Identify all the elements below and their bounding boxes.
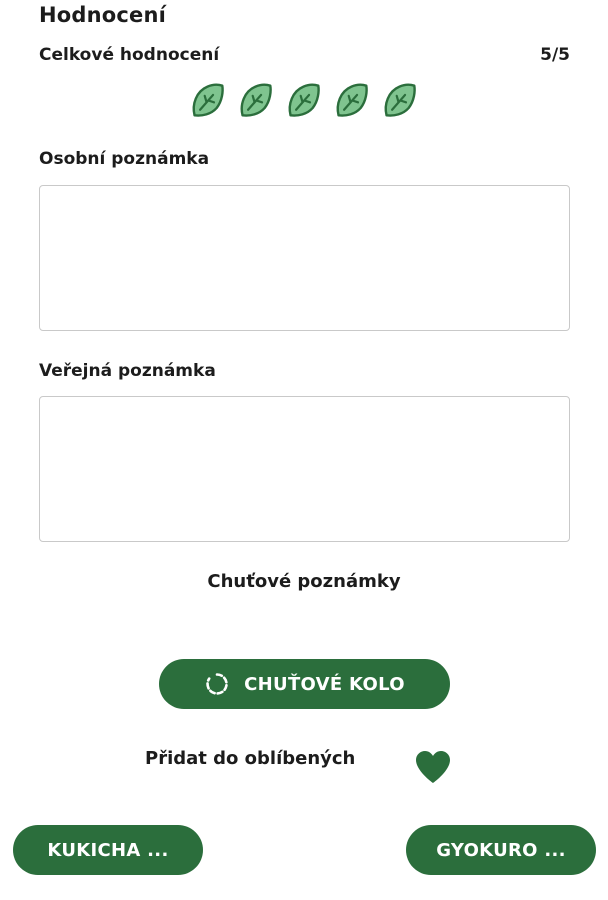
personal-note-field[interactable] <box>39 185 570 331</box>
personal-note-label: Osobní poznámka <box>39 149 210 169</box>
add-to-favorites-row: Přidat do oblíbených <box>145 748 355 769</box>
leaf-icon[interactable] <box>285 82 322 119</box>
overall-rating-value: 5/5 <box>540 45 570 65</box>
heart-icon[interactable] <box>414 749 452 785</box>
next-tea-button[interactable]: GYOKURO ... <box>406 825 596 875</box>
leaf-icon[interactable] <box>237 82 274 119</box>
leaf-icon[interactable] <box>333 82 370 119</box>
flavor-wheel-label: CHUŤOVÉ KOLO <box>244 673 405 695</box>
overall-rating-label: Celkové hodnocení <box>39 45 220 65</box>
flavor-notes-title: Chuťové poznámky <box>207 571 401 592</box>
flavor-wheel-button[interactable]: CHUŤOVÉ KOLO <box>159 659 450 709</box>
page-title: Hodnocení <box>39 3 167 27</box>
public-note-label: Veřejná poznámka <box>39 361 216 381</box>
leaf-icon[interactable] <box>381 82 418 119</box>
add-to-favorites-label: Přidat do oblíbených <box>145 748 356 769</box>
rating-leaves <box>189 82 418 119</box>
refresh-icon <box>204 671 230 697</box>
leaf-icon[interactable] <box>189 82 226 119</box>
public-note-field[interactable] <box>39 396 570 542</box>
previous-tea-button[interactable]: KUKICHA ... <box>13 825 203 875</box>
